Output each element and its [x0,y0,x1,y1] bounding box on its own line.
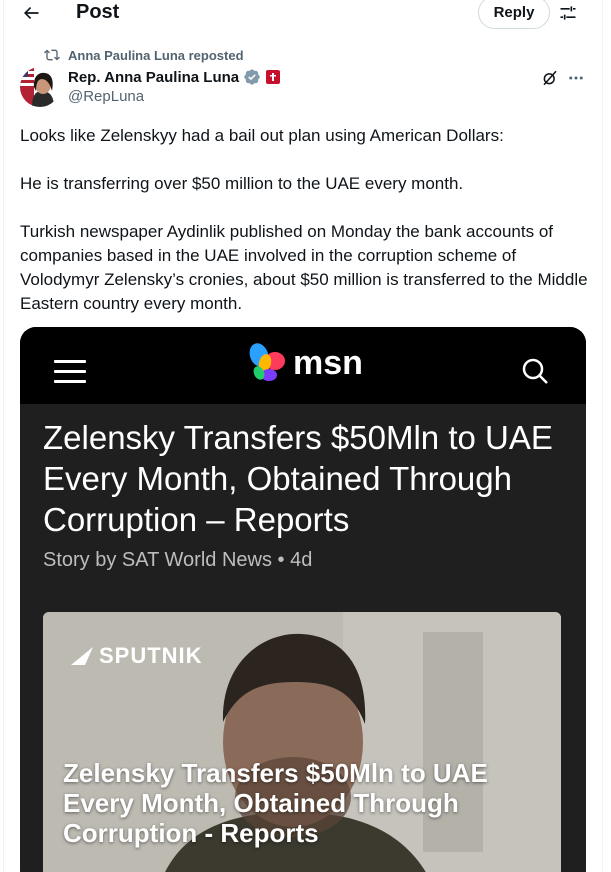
more-icon [569,76,583,80]
repost-text[interactable]: Anna Paulina Luna reposted [68,48,244,63]
sputnik-text: SPUTNIK [99,643,203,668]
post-text: Looks like Zelenskyy had a bail out plan… [20,124,590,340]
house-affiliation-icon [266,70,281,84]
page-title: Post [76,1,120,23]
repost-indicator: Anna Paulina Luna reposted [44,46,244,64]
grok-button[interactable] [540,68,560,88]
author-name-row: Rep. Anna Paulina Luna [68,67,281,87]
sputnik-watermark: SPUTNIK [69,643,203,669]
msn-header: msn [20,327,586,404]
msn-logo: msn [245,341,363,385]
hamburger-menu-icon [54,360,86,384]
post-paragraph: He is transferring over $50 million to t… [20,174,464,193]
left-border [3,0,4,872]
author-name[interactable]: Rep. Anna Paulina Luna [68,69,239,86]
more-button[interactable] [566,68,586,88]
author-handle[interactable]: @RepLuna [68,88,144,105]
article-byline: Story by SAT World News • 4d [43,549,313,571]
post-image[interactable]: msn Zelensky Transfers $50Mln to UAE Eve… [20,327,586,872]
article-headline: Zelensky Transfers $50Mln to UAE Every M… [43,419,553,538]
post-paragraph: Turkish newspaper Aydinlik published on … [20,222,588,313]
avatar[interactable] [20,67,60,107]
msn-butterfly-icon [249,343,285,381]
article-photo: SPUTNIK Zelensky Transfers $50Mln to UAE… [43,612,561,872]
right-border [602,0,603,872]
msn-wordmark: msn [293,344,363,382]
post-paragraph: Looks like Zelenskyy had a bail out plan… [20,126,504,145]
grok-icon [543,70,557,86]
verified-badge-icon [244,69,260,85]
adjust-button[interactable] [557,2,579,24]
search-icon [522,358,548,384]
back-arrow-icon [24,7,39,19]
header: Post Reply [0,0,611,29]
adjust-icon [560,6,576,20]
sputnik-logo-icon [71,647,93,665]
back-button[interactable] [18,1,44,25]
repost-icon [44,49,60,61]
photo-caption: Zelensky Transfers $50Mln to UAE Every M… [63,758,488,848]
reply-button[interactable]: Reply [478,0,550,29]
